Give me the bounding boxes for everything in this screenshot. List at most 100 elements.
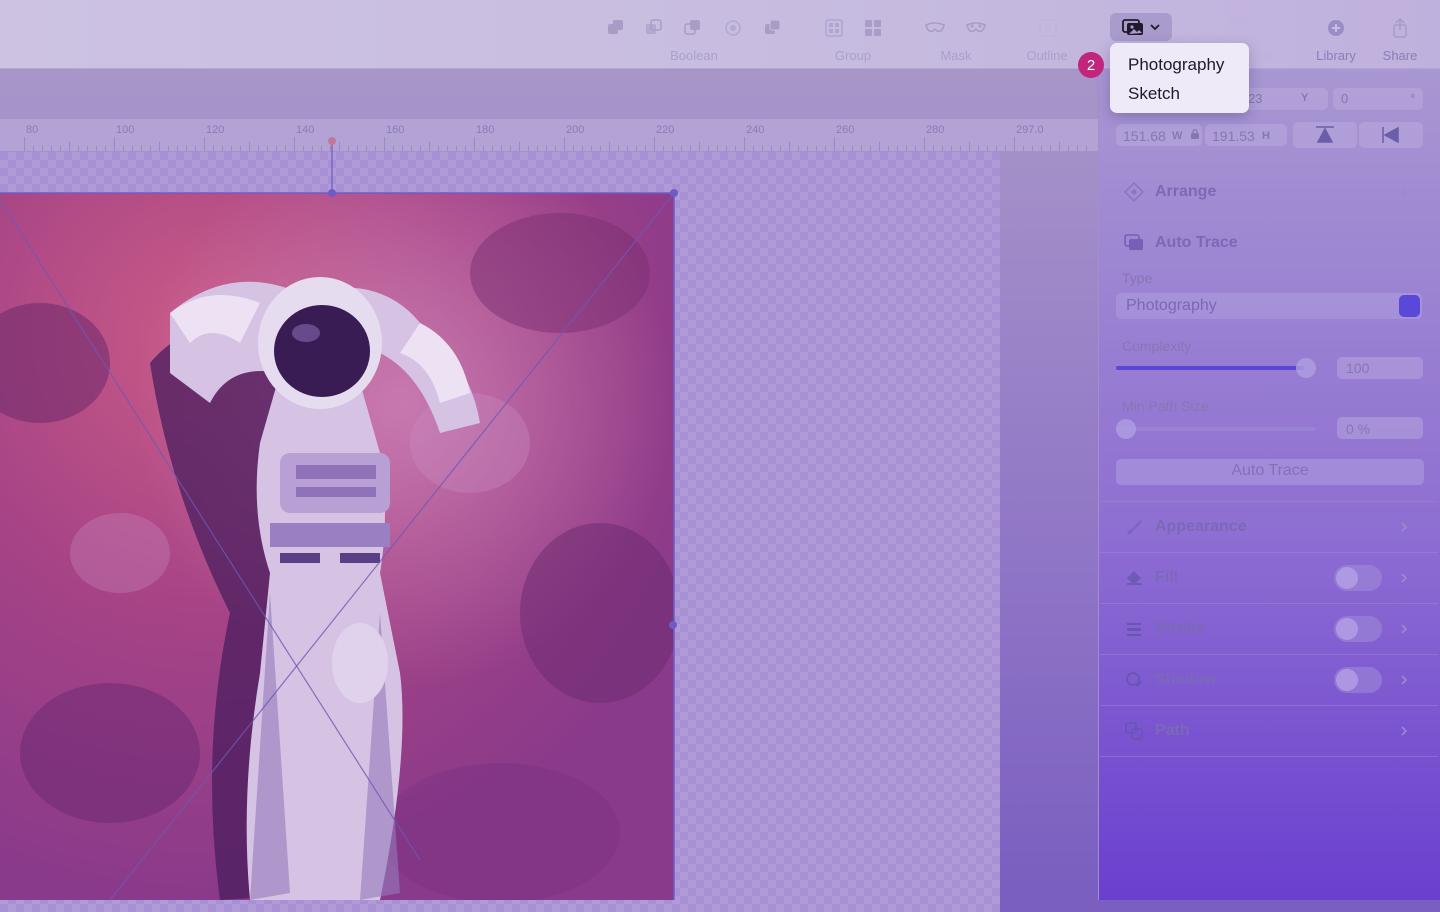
stroke-lines-icon <box>1127 623 1141 636</box>
ruler-minor-tick <box>123 146 124 151</box>
height-label: H <box>1262 130 1270 142</box>
ruler-major-tick <box>1014 137 1015 151</box>
type-select-value: Photography <box>1126 297 1217 314</box>
ruler-minor-tick <box>1068 146 1069 151</box>
lock-icon[interactable] <box>1190 128 1200 140</box>
shadow-section[interactable] <box>1100 654 1438 705</box>
ruler-major-tick <box>24 137 25 151</box>
flip-horizontal-button[interactable] <box>1359 122 1423 148</box>
astronaut-image[interactable] <box>0 193 674 900</box>
min-path-size-slider[interactable] <box>1116 419 1316 439</box>
ruler-minor-tick <box>996 146 997 151</box>
stroke-toggle[interactable] <box>1334 616 1382 642</box>
ruler-label: 80 <box>26 124 39 136</box>
flip-vertical-button[interactable] <box>1293 122 1357 148</box>
ruler-minor-tick <box>987 146 988 151</box>
min-path-size-slider-knob[interactable] <box>1116 419 1136 439</box>
fill-title: Fill <box>1155 569 1179 586</box>
chevron-down-icon[interactable] <box>1398 237 1410 249</box>
ruler-minor-tick <box>888 146 889 151</box>
ruler-minor-tick <box>798 146 799 151</box>
ruler-major-tick <box>834 137 835 151</box>
boolean-intersect-icon[interactable] <box>679 14 707 42</box>
ruler-minor-tick <box>1077 146 1078 151</box>
stroke-title: Stroke <box>1155 620 1205 637</box>
ruler-label: 260 <box>836 124 855 136</box>
mask-outline-icon[interactable] <box>962 14 990 42</box>
ruler-minor-tick <box>1059 142 1060 151</box>
ruler-minor-tick <box>429 142 430 151</box>
complexity-slider-knob[interactable] <box>1296 358 1316 378</box>
group-icon[interactable] <box>820 14 848 42</box>
path-icon <box>1125 722 1143 740</box>
boolean-subtract-icon[interactable] <box>640 14 668 42</box>
ruler-minor-tick <box>42 146 43 151</box>
ruler-minor-tick <box>843 146 844 151</box>
ruler-minor-tick <box>708 146 709 151</box>
appearance-title: Appearance <box>1155 518 1247 535</box>
ruler-minor-tick <box>672 146 673 151</box>
dropdown-item-photography[interactable]: Photography <box>1128 55 1224 75</box>
flip-vertical-icon <box>1316 126 1334 143</box>
auto-trace-button-label: Auto Trace <box>1231 462 1309 479</box>
boolean-union-icon[interactable] <box>602 14 630 42</box>
ruler-minor-tick <box>465 146 466 151</box>
horizontal-ruler: 80 100 120 140 160 180 200 220 240 260 280 297.0 <box>0 119 1098 152</box>
chevron-right-icon[interactable] <box>1398 572 1410 584</box>
chevron-right-icon[interactable] <box>1398 725 1410 737</box>
ungroup-icon[interactable] <box>859 14 887 42</box>
outline-icon[interactable]: A <box>1034 14 1062 42</box>
share-icon[interactable] <box>1386 14 1414 42</box>
height-value: 191.53 <box>1212 128 1255 144</box>
chevron-right-icon[interactable] <box>1398 186 1410 198</box>
stroke-section[interactable] <box>1100 603 1438 654</box>
paint-bucket-icon <box>1127 571 1142 585</box>
arrange-section[interactable] <box>1100 166 1438 217</box>
path-section[interactable] <box>1100 705 1438 757</box>
ruler-minor-tick <box>492 146 493 151</box>
appearance-section[interactable] <box>1100 501 1438 552</box>
mask-label: Mask <box>940 48 972 63</box>
ruler-minor-tick <box>321 146 322 151</box>
ruler-minor-tick <box>195 146 196 151</box>
ruler-minor-tick <box>258 146 259 151</box>
chevron-right-icon[interactable] <box>1398 674 1410 686</box>
chevron-right-icon[interactable] <box>1398 521 1410 533</box>
ruler-minor-tick <box>213 146 214 151</box>
ruler-major-tick <box>564 137 565 151</box>
ruler-minor-tick <box>150 146 151 151</box>
ruler-minor-tick <box>573 146 574 151</box>
shadow-icon <box>1126 672 1143 688</box>
ruler-minor-tick <box>438 146 439 151</box>
ruler-major-tick <box>204 137 205 151</box>
mask-icon[interactable] <box>921 14 949 42</box>
chevron-right-icon[interactable] <box>1398 623 1410 635</box>
arrange-icon <box>1124 182 1144 202</box>
ruler-minor-tick <box>141 146 142 151</box>
ruler-minor-tick <box>456 146 457 151</box>
dropdown-item-sketch[interactable]: Sketch <box>1128 84 1180 104</box>
ruler-minor-tick <box>411 146 412 151</box>
library-icon[interactable] <box>1322 14 1350 42</box>
width-label: W <box>1172 130 1183 142</box>
ruler-minor-tick <box>1005 146 1006 151</box>
y-label: Y <box>1301 92 1309 104</box>
fill-toggle[interactable] <box>1334 565 1382 591</box>
ruler-minor-tick <box>186 146 187 151</box>
complexity-slider[interactable] <box>1116 358 1316 378</box>
shadow-toggle[interactable] <box>1334 667 1382 693</box>
text-tool-icon[interactable]: abc <box>1229 14 1250 29</box>
auto-trace-toolbar-button[interactable] <box>1110 13 1172 41</box>
select-stepper-icon[interactable] <box>1399 295 1420 317</box>
ruler-minor-tick <box>78 146 79 151</box>
fill-section[interactable] <box>1100 552 1438 603</box>
ruler-minor-tick <box>699 142 700 151</box>
ruler-minor-tick <box>780 146 781 151</box>
boolean-difference-icon[interactable] <box>719 14 747 42</box>
ruler-minor-tick <box>627 146 628 151</box>
ruler-minor-tick <box>879 142 880 151</box>
ruler-minor-tick <box>33 146 34 151</box>
boolean-divide-icon[interactable] <box>759 14 787 42</box>
ruler-minor-tick <box>915 146 916 151</box>
ruler-label: 200 <box>566 124 585 136</box>
